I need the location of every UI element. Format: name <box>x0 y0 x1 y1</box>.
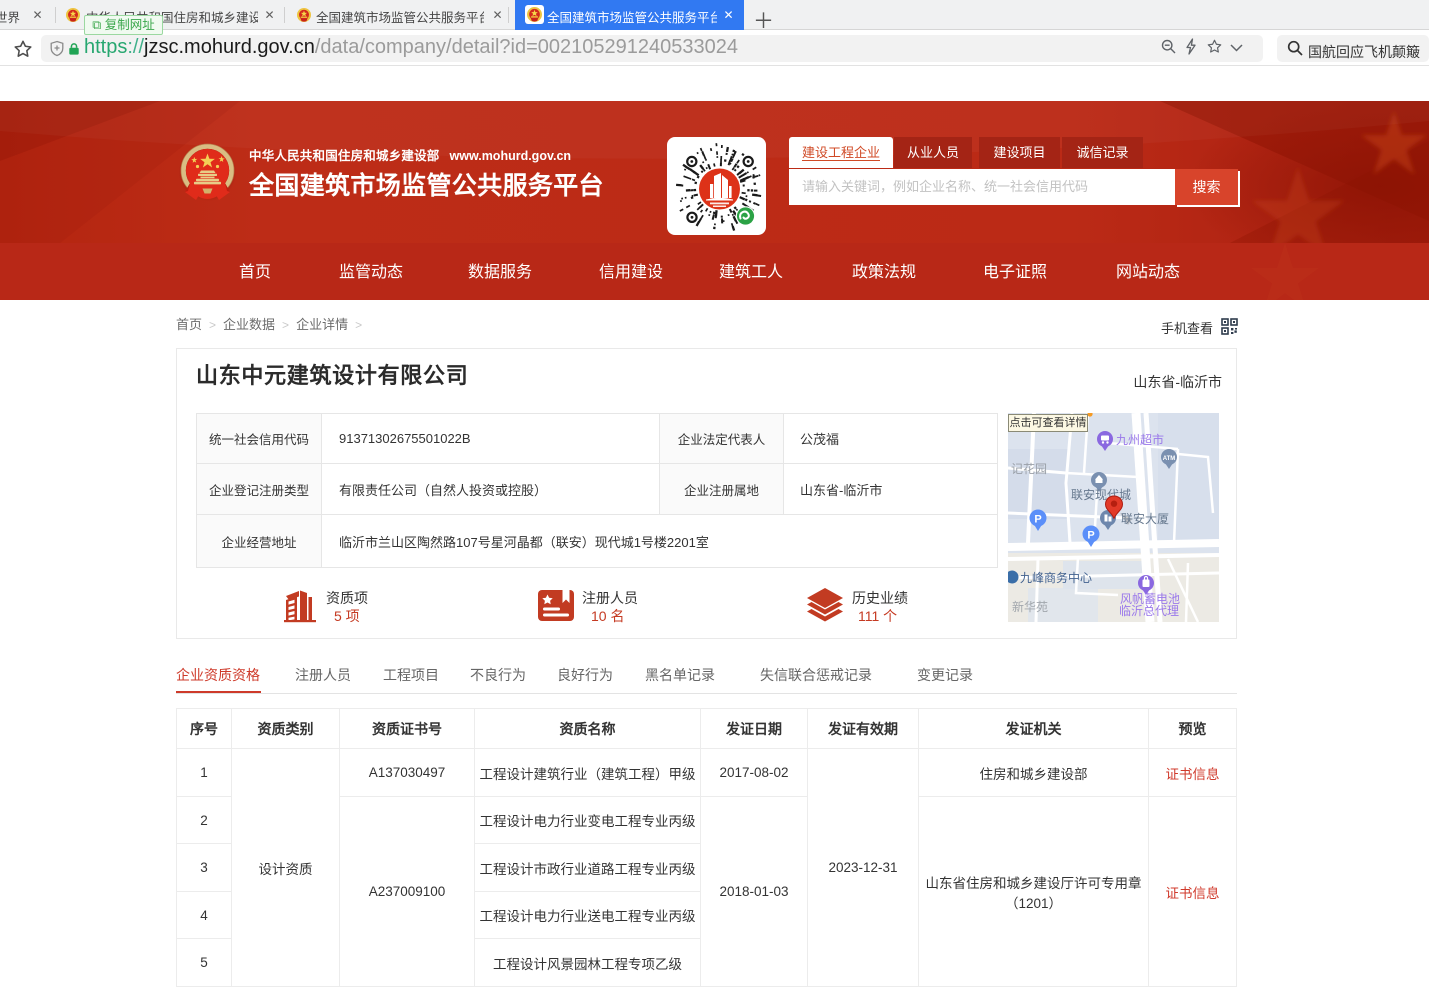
svg-text:九州超市: 九州超市 <box>1116 432 1164 447</box>
svg-text:P: P <box>1034 514 1041 526</box>
svg-text:联安大厦: 联安大厦 <box>1121 511 1169 526</box>
svg-text:P: P <box>1087 530 1094 542</box>
svg-text:九峰商务中心: 九峰商务中心 <box>1020 570 1092 585</box>
svg-text:临沂总代理: 临沂总代理 <box>1119 604 1179 618</box>
svg-text:ATM: ATM <box>1163 456 1176 462</box>
svg-text:联安现代城: 联安现代城 <box>1071 487 1131 502</box>
svg-text:记花园: 记花园 <box>1011 461 1047 476</box>
svg-text:新华苑: 新华苑 <box>1012 599 1048 614</box>
